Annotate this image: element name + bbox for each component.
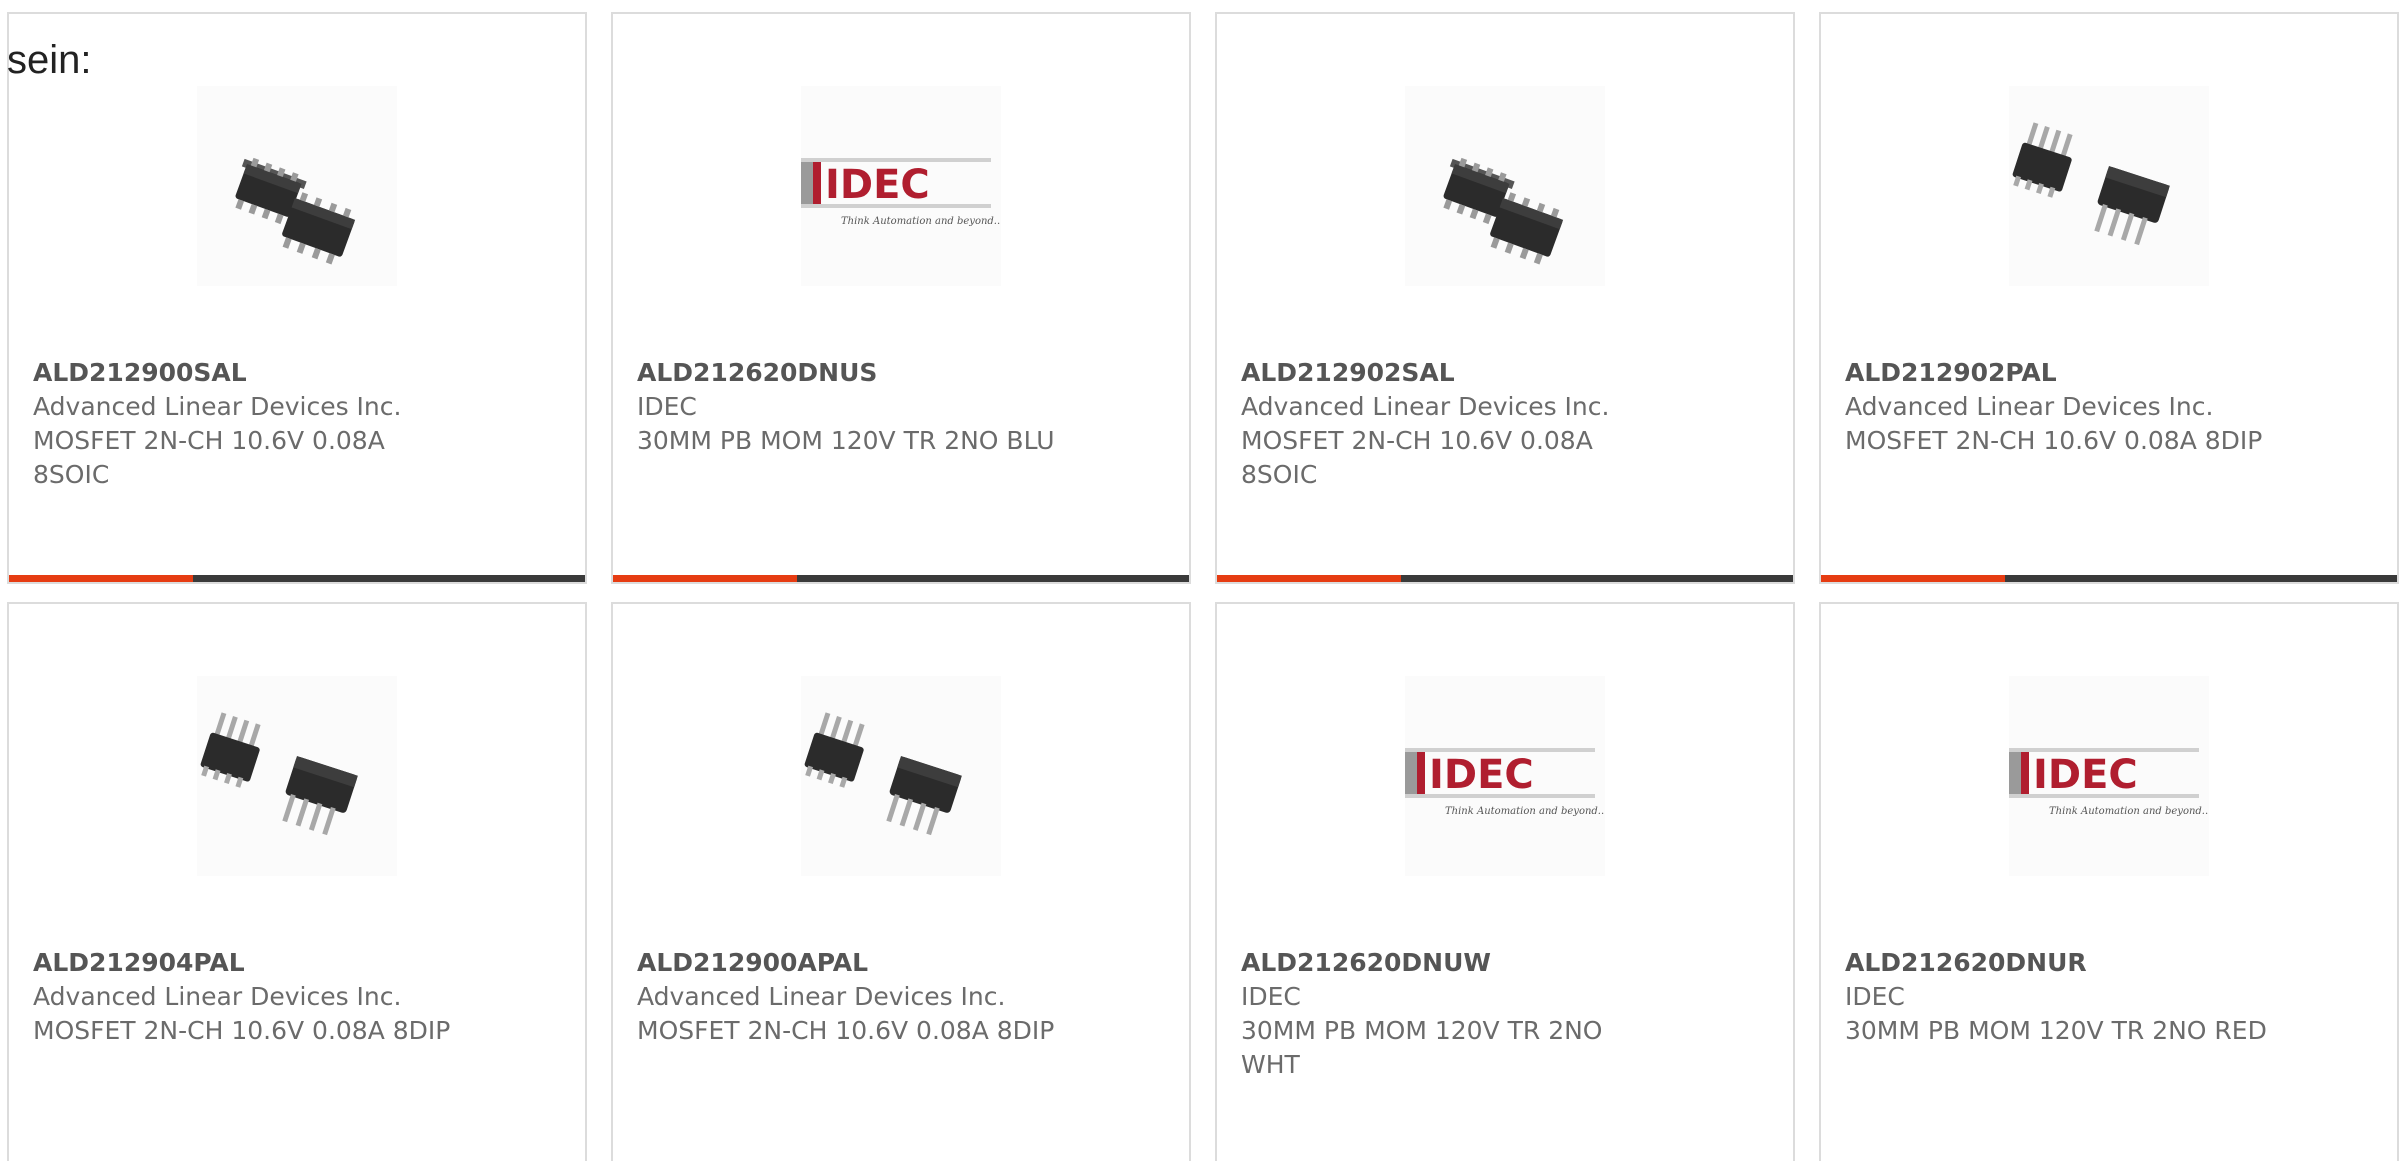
manufacturer: Advanced Linear Devices Inc.: [33, 392, 402, 421]
part-number[interactable]: ALD212900APAL: [637, 946, 1167, 980]
product-info: ALD212902SAL Advanced Linear Devices Inc…: [1241, 356, 1771, 492]
idec-logo-tagline: Think Automation and beyond...: [841, 216, 1001, 227]
manufacturer: Advanced Linear Devices Inc.: [1241, 392, 1610, 421]
part-number[interactable]: ALD212902SAL: [1241, 356, 1771, 390]
product-info: ALD212904PAL Advanced Linear Devices Inc…: [33, 946, 563, 1048]
product-image[interactable]: [197, 676, 397, 876]
part-number[interactable]: ALD212620DNUR: [1845, 946, 2375, 980]
dip-8-chip-icon: [804, 712, 962, 836]
product-image[interactable]: IDEC Think Automation and beyond...: [2009, 676, 2209, 876]
card-bottom-bar: [1217, 575, 1793, 582]
card-bottom-bar: [613, 575, 1189, 582]
idec-logo: IDEC Think Automation and beyond...: [801, 158, 1001, 227]
product-info: ALD212620DNUW IDEC 30MM PB MOM 120V TR 2…: [1241, 946, 1771, 1082]
manufacturer: IDEC: [1845, 982, 1905, 1011]
product-card[interactable]: ALD212904PAL Advanced Linear Devices Inc…: [7, 602, 587, 1161]
part-number[interactable]: ALD212902PAL: [1845, 356, 2375, 390]
idec-logo: IDEC Think Automation and beyond...: [2009, 748, 2209, 817]
product-description: 30MM PB MOM 120V TR 2NO BLU: [637, 426, 1055, 455]
card-bar-accent: [1821, 575, 2006, 582]
manufacturer: Advanced Linear Devices Inc.: [33, 982, 402, 1011]
idec-logo-tagline: Think Automation and beyond...: [2049, 806, 2209, 817]
product-card[interactable]: ALD212902SAL Advanced Linear Devices Inc…: [1215, 12, 1795, 584]
product-description: MOSFET 2N-CH 10.6V 0.08A 8DIP: [637, 1016, 1055, 1045]
product-info: ALD212620DNUS IDEC 30MM PB MOM 120V TR 2…: [637, 356, 1167, 458]
product-image[interactable]: [801, 676, 1001, 876]
card-bottom-bar: [1821, 575, 2397, 582]
product-info: ALD212900APAL Advanced Linear Devices In…: [637, 946, 1167, 1048]
product-image[interactable]: [197, 86, 397, 286]
product-image[interactable]: IDEC Think Automation and beyond...: [801, 86, 1001, 286]
dip-8-chip-icon: [200, 712, 358, 836]
product-image[interactable]: IDEC Think Automation and beyond...: [1405, 676, 1605, 876]
product-description: MOSFET 2N-CH 10.6V 0.08A 8DIP: [33, 1016, 451, 1045]
intro-text: sein:: [7, 38, 92, 82]
product-image[interactable]: [1405, 86, 1605, 286]
idec-logo-tagline: Think Automation and beyond...: [1445, 806, 1605, 817]
manufacturer: Advanced Linear Devices Inc.: [637, 982, 1006, 1011]
product-card[interactable]: ALD212900SAL Advanced Linear Devices Inc…: [7, 12, 587, 584]
idec-logo: IDEC Think Automation and beyond...: [1405, 748, 1605, 817]
product-card[interactable]: IDEC Think Automation and beyond... ALD2…: [611, 12, 1191, 584]
part-number[interactable]: ALD212904PAL: [33, 946, 563, 980]
manufacturer: IDEC: [637, 392, 697, 421]
product-grid: ALD212900SAL Advanced Linear Devices Inc…: [0, 0, 2400, 1161]
card-bar-accent: [613, 575, 798, 582]
dip-8-chip-icon: [2012, 122, 2170, 246]
manufacturer: Advanced Linear Devices Inc.: [1845, 392, 2214, 421]
product-info: ALD212900SAL Advanced Linear Devices Inc…: [33, 356, 563, 492]
product-image[interactable]: [2009, 86, 2209, 286]
idec-logo-brand: IDEC: [1429, 752, 1534, 798]
part-number[interactable]: ALD212620DNUS: [637, 356, 1167, 390]
soic-8-chip-icon: [235, 157, 356, 265]
idec-logo-brand: IDEC: [2033, 752, 2138, 798]
part-number[interactable]: ALD212900SAL: [33, 356, 563, 390]
product-description: MOSFET 2N-CH 10.6V 0.08A 8SOIC: [1241, 426, 1593, 489]
product-description: 30MM PB MOM 120V TR 2NO WHT: [1241, 1016, 1603, 1079]
product-info: ALD212620DNUR IDEC 30MM PB MOM 120V TR 2…: [1845, 946, 2375, 1048]
product-card[interactable]: ALD212902PAL Advanced Linear Devices Inc…: [1819, 12, 2399, 584]
part-number[interactable]: ALD212620DNUW: [1241, 946, 1771, 980]
card-bar-accent: [1217, 575, 1402, 582]
card-bottom-bar: [9, 575, 585, 582]
product-card[interactable]: IDEC Think Automation and beyond... ALD2…: [1819, 602, 2399, 1161]
product-description: MOSFET 2N-CH 10.6V 0.08A 8SOIC: [33, 426, 385, 489]
idec-logo-brand: IDEC: [825, 162, 930, 208]
soic-8-chip-icon: [1443, 157, 1564, 265]
product-description: MOSFET 2N-CH 10.6V 0.08A 8DIP: [1845, 426, 2263, 455]
product-description: 30MM PB MOM 120V TR 2NO RED: [1845, 1016, 2267, 1045]
manufacturer: IDEC: [1241, 982, 1301, 1011]
product-card[interactable]: IDEC Think Automation and beyond... ALD2…: [1215, 602, 1795, 1161]
product-card[interactable]: ALD212900APAL Advanced Linear Devices In…: [611, 602, 1191, 1161]
product-info: ALD212902PAL Advanced Linear Devices Inc…: [1845, 356, 2375, 458]
card-bar-accent: [9, 575, 194, 582]
